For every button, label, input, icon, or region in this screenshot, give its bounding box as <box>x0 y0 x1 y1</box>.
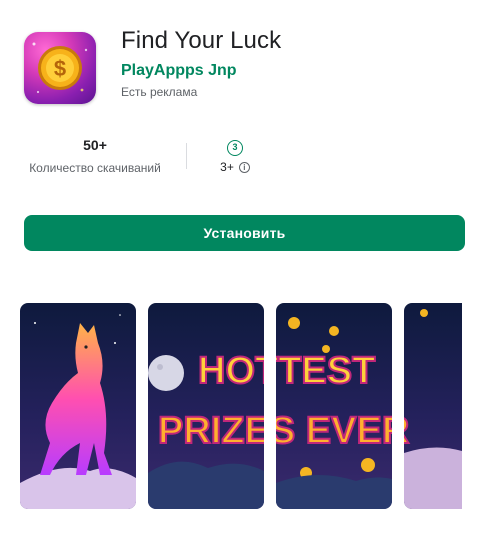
downloads-stat: 50+ Количество скачиваний <box>20 136 170 176</box>
banner-text-line-1: HOTTEST <box>198 350 264 392</box>
wolf-illustration <box>20 314 136 509</box>
screenshot-2[interactable]: HOTTEST PRIZES EVER <box>148 303 264 509</box>
content-rating-stat[interactable]: 3 3+ i <box>205 136 265 174</box>
screenshot-1[interactable] <box>20 303 136 509</box>
coin-icon: $ <box>32 42 88 94</box>
downloads-label: Количество скачиваний <box>29 161 161 175</box>
app-title: Find Your Luck <box>121 27 282 54</box>
age-rating-icon: 3 <box>227 140 243 156</box>
developer-link[interactable]: PlayAppps Jnp <box>121 62 237 80</box>
coin-shape <box>288 317 300 329</box>
banner-text-line-2: PRIZES EVER <box>158 410 264 452</box>
app-icon: $ <box>24 32 96 104</box>
downloads-value: 50+ <box>83 137 107 153</box>
content-rating-row: 3+ i <box>205 160 265 174</box>
moon-shape <box>148 355 184 391</box>
stats-divider <box>186 143 187 169</box>
ads-notice: Есть реклама <box>121 85 198 99</box>
svg-text:$: $ <box>54 56 66 81</box>
content-rating-value: 3+ <box>220 160 234 174</box>
svg-text:PRIZES EVER: PRIZES EVER <box>276 410 392 452</box>
content-rating-badge-row: 3 <box>205 136 265 156</box>
screenshot-4[interactable]: HOTTEST PRIZES EVER <box>404 303 462 509</box>
svg-text:HOTTEST: HOTTEST <box>276 350 375 392</box>
install-button[interactable]: Установить <box>24 215 465 251</box>
svg-text:PRIZES EVER: PRIZES EVER <box>404 410 409 452</box>
info-icon[interactable]: i <box>238 161 250 173</box>
screenshot-3[interactable]: HOTTEST PRIZES EVER <box>276 303 392 509</box>
